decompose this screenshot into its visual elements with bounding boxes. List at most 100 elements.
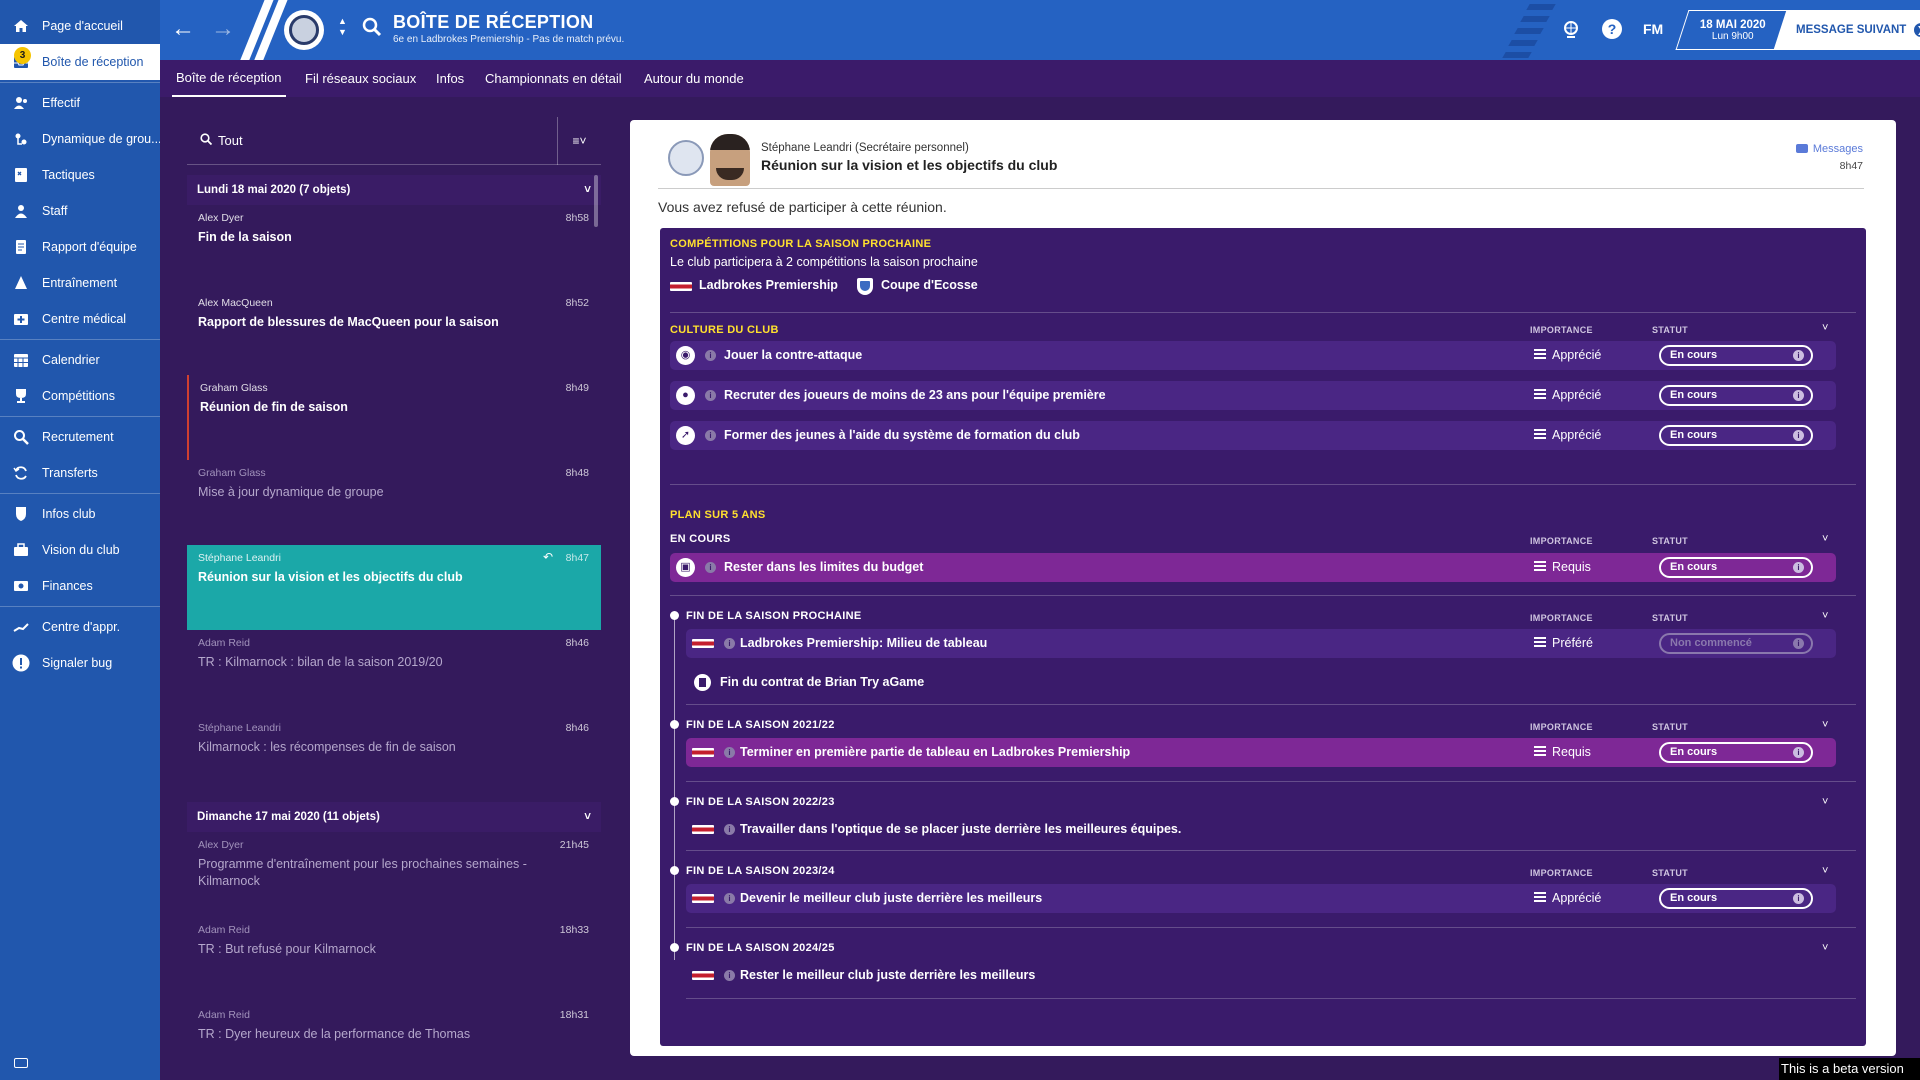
tab-social-feed[interactable]: Fil réseaux sociaux	[305, 60, 416, 97]
next-message-button[interactable]: MESSAGE SUIVANT ❯	[1773, 10, 1920, 50]
list-item[interactable]: Graham Glass 8h48 Mise à jour dynamique de…	[187, 460, 601, 545]
list-item[interactable]: Alex Dyer 8h58 Fin de la saison	[187, 205, 601, 290]
list-item[interactable]: Alex MacQueen 8h52 Rapport de blessures de…	[187, 290, 601, 375]
sidebar-item-transfers[interactable]: Transferts	[0, 455, 160, 491]
sidebar-item-team-report[interactable]: Rapport d'équipe	[0, 229, 160, 265]
counter-attack-icon: ◉	[676, 346, 695, 365]
tab-news[interactable]: Infos	[436, 60, 464, 97]
objective-label: Travailler dans l'optique de se placer j…	[740, 822, 1182, 836]
sidebar-item-squad[interactable]: Effectif	[0, 85, 160, 121]
chevron-down-icon: ˅	[584, 811, 591, 823]
subsection-title: FIN DE LA SAISON 2021/22	[686, 719, 835, 731]
sidebar-item-club-vision[interactable]: Vision du club	[0, 532, 160, 568]
search-icon[interactable]	[362, 17, 382, 42]
forward-button[interactable]: →	[210, 15, 236, 42]
date-group-header[interactable]: Dimanche 17 mai 2020 (11 objets) ˅	[187, 802, 601, 832]
tab-around-world[interactable]: Autour du monde	[644, 60, 744, 97]
player-icon: ●	[676, 386, 695, 405]
info-icon[interactable]: i	[705, 390, 716, 401]
list-item[interactable]: Adam Reid 18h31 TR : Dyer heureux de la pe…	[187, 1002, 601, 1080]
tab-bar: Boîte de réception Fil réseaux sociaux I…	[160, 60, 1920, 97]
sidebar-item-home[interactable]: Page d'accueil	[0, 8, 160, 44]
info-icon: i	[1793, 350, 1804, 361]
column-header: IMPORTANCE	[1530, 613, 1593, 623]
culture-row[interactable]: ◉ i Jouer la contre-attaque Apprécié En c…	[670, 341, 1836, 370]
info-icon[interactable]: i	[724, 970, 735, 981]
chevron-down-icon[interactable]: ˅	[1822, 719, 1828, 731]
competition-name[interactable]: Ladbrokes Premiership	[699, 278, 838, 292]
info-icon[interactable]: i	[724, 747, 735, 758]
sidebar-item-training[interactable]: Entraînement	[0, 265, 160, 301]
info-icon[interactable]: i	[724, 638, 735, 649]
list-item-selected[interactable]: Stéphane Leandri ↶ 8h47 Réunion sur la visi…	[187, 545, 601, 630]
sidebar-item-club-info[interactable]: Infos club	[0, 496, 160, 532]
culture-row[interactable]: ● i Recruter des joueurs de moins de 23 a…	[670, 381, 1836, 410]
sidebar-item-tactics[interactable]: Tactiques	[0, 157, 160, 193]
tab-league-details[interactable]: Championnats en détail	[485, 60, 622, 97]
plan-row[interactable]: i Ladbrokes Premiership: Milieu de table…	[686, 629, 1836, 658]
competition-name[interactable]: Coupe d'Ecosse	[881, 278, 978, 292]
sidebar-item-scouting[interactable]: Recrutement	[0, 419, 160, 455]
info-icon[interactable]: i	[705, 430, 716, 441]
tab-inbox[interactable]: Boîte de réception	[172, 60, 286, 97]
fm-menu-button[interactable]: FM	[1643, 21, 1663, 37]
sidebar-item-calendar[interactable]: Calendrier	[0, 342, 160, 378]
inbox-filter[interactable]: Tout ≡˅	[187, 117, 601, 165]
sidebar-divider	[0, 339, 160, 340]
chevron-down-icon[interactable]: ˅	[1822, 942, 1828, 954]
messages-link[interactable]: Messages	[1795, 143, 1863, 155]
culture-row[interactable]: ➚ i Former des jeunes à l'aide du système…	[670, 421, 1836, 450]
status-badge[interactable]: En cours i	[1659, 345, 1813, 366]
status-badge[interactable]: En cours i	[1659, 385, 1813, 406]
help-icon[interactable]: ?	[1602, 19, 1622, 39]
status-badge[interactable]: En cours i	[1659, 425, 1813, 446]
status-badge[interactable]: En cours i	[1659, 557, 1813, 578]
list-item[interactable]: Stéphane Leandri 8h46 Kilmarnock : les réc…	[187, 715, 601, 800]
time-label: Lun 9h00	[1711, 30, 1754, 42]
status-badge[interactable]: En cours i	[1659, 888, 1813, 909]
info-icon[interactable]: i	[724, 824, 735, 835]
objective-label: Jouer la contre-attaque	[724, 348, 863, 362]
date-group-header[interactable]: Lundi 18 mai 2020 (7 objets) ˅	[187, 175, 601, 205]
list-options-button[interactable]: ≡˅	[557, 117, 601, 165]
sidebar-item-competitions[interactable]: Compétitions	[0, 378, 160, 414]
plan-row[interactable]: i Devenir le meilleur club juste derrièr…	[686, 884, 1836, 913]
timeline-dot	[670, 611, 679, 620]
list-item[interactable]: Adam Reid 18h33 TR : But refusé pour Kilma…	[187, 917, 601, 1002]
scrollbar[interactable]	[594, 175, 598, 227]
info-icon[interactable]: i	[705, 562, 716, 573]
message-sender[interactable]: Stéphane Leandri (Secrétaire personnel)	[761, 142, 969, 154]
plan-row[interactable]: i Terminer en première partie de tableau…	[686, 738, 1836, 767]
chevron-down-icon[interactable]: ˅	[1822, 865, 1828, 877]
list-item[interactable]: Alex Dyer 21h45 Programme d'entraînement p…	[187, 832, 601, 917]
chevron-down-icon[interactable]: ˅	[1822, 533, 1828, 545]
sidebar-item-academy[interactable]: Centre d'appr.	[0, 609, 160, 645]
status-badge[interactable]: En cours i	[1659, 742, 1813, 763]
subsection-title: FIN DE LA SAISON PROCHAINE	[686, 610, 862, 622]
sidebar-item-staff[interactable]: Staff	[0, 193, 160, 229]
sidebar-item-medical[interactable]: Centre médical	[0, 301, 160, 337]
globe-icon[interactable]	[1562, 20, 1580, 43]
switch-club-icon[interactable]: ▲ ▼	[338, 16, 347, 38]
keyboard-icon[interactable]	[14, 1058, 28, 1068]
club-crest-icon[interactable]	[284, 10, 324, 50]
sidebar-item-finances[interactable]: Finances	[0, 568, 160, 604]
back-button[interactable]: ←	[170, 15, 196, 42]
chevron-down-icon[interactable]: ˅	[1822, 610, 1828, 622]
avatar[interactable]	[710, 134, 750, 186]
training-icon	[12, 274, 30, 292]
sidebar-item-report-bug[interactable]: Signaler bug	[0, 645, 160, 681]
plan-row[interactable]: ▣ i Rester dans les limites du budget Req…	[670, 553, 1836, 582]
info-icon[interactable]: i	[705, 350, 716, 361]
list-item[interactable]: Graham Glass 8h49 Réunion de fin de saison	[187, 375, 601, 460]
info-icon[interactable]: i	[724, 893, 735, 904]
sidebar-item-dynamics[interactable]: Dynamique de grou...	[0, 121, 160, 157]
section-title: CULTURE DU CLUB	[670, 324, 779, 336]
sidebar-item-inbox[interactable]: 3 Boîte de réception	[0, 44, 160, 80]
timeline-dot	[670, 797, 679, 806]
message-subject: Réunion sur la vision et les objectifs d…	[761, 157, 1058, 173]
status-badge[interactable]: Non commencé i	[1659, 633, 1813, 654]
chevron-down-icon[interactable]: ˅	[1822, 796, 1828, 808]
list-item[interactable]: Adam Reid 8h46 TR : Kilmarnock : bilan de …	[187, 630, 601, 715]
chevron-down-icon[interactable]: ˅	[1822, 322, 1828, 334]
